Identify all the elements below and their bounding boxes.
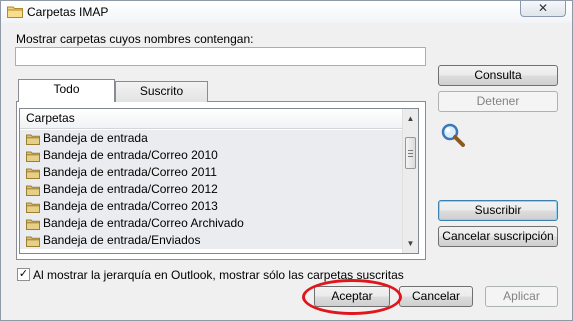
tab-suscrito[interactable]: Suscrito [115, 81, 208, 102]
folder-list-item[interactable]: Bandeja de entrada/Correo 2012 [20, 181, 404, 198]
folder-icon [7, 6, 23, 18]
cancelar-suscripcion-button[interactable]: Cancelar suscripción [438, 226, 558, 247]
folder-list-item[interactable]: Bandeja de entrada/Correo 2013 [20, 198, 404, 215]
folder-list-scrollbar[interactable]: ▲ ▼ [402, 109, 418, 253]
folder-name: Bandeja de entrada/Correo Archivado [43, 216, 244, 230]
folder-name: Bandeja de entrada/Correo 2010 [43, 148, 218, 162]
folder-list-item[interactable]: Bandeja de entrada/Correo 2011 [20, 164, 404, 181]
folder-list-header[interactable]: Carpetas [20, 109, 404, 129]
folder-name: Bandeja de entrada/Correo 2011 [43, 165, 217, 179]
filter-label: Mostrar carpetas cuyos nombres contengan… [16, 32, 254, 46]
scroll-thumb[interactable] [405, 137, 416, 169]
title-bar: Carpetas IMAP ✕ [1, 1, 572, 23]
folder-name: Bandeja de entrada/Correo 2013 [43, 199, 218, 213]
folder-icon [26, 167, 40, 179]
folder-name: Bandeja de entrada/Correo 2012 [43, 182, 218, 196]
folder-list[interactable]: Carpetas Bandeja de entrada Bandeja de en… [19, 108, 419, 254]
subscribed-only-label[interactable]: Al mostrar la jerarquía en Outlook, most… [33, 268, 404, 282]
aplicar-button[interactable]: Aplicar [485, 286, 558, 307]
cancelar-button[interactable]: Cancelar [399, 286, 473, 307]
close-button[interactable]: ✕ [520, 1, 566, 17]
window-title: Carpetas IMAP [27, 5, 109, 19]
folder-icon [26, 150, 40, 162]
folder-name: Bandeja de entrada/Enviados [43, 233, 201, 247]
folder-icon [26, 201, 40, 213]
folder-icon [26, 218, 40, 230]
folder-list-item[interactable]: Bandeja de entrada/Enviados [20, 232, 404, 249]
close-icon: ✕ [537, 1, 549, 15]
tab-todo[interactable]: Todo [18, 79, 115, 102]
folder-icon [26, 235, 40, 247]
folder-filter-input[interactable] [15, 47, 426, 66]
scroll-up-arrow-icon[interactable]: ▲ [403, 111, 418, 126]
folder-icon [26, 184, 40, 196]
folder-list-items: Bandeja de entrada Bandeja de entrada/Cor… [20, 130, 404, 249]
magnifier-icon [441, 123, 465, 147]
folder-list-item[interactable]: Bandeja de entrada/Correo 2010 [20, 147, 404, 164]
suscribir-button[interactable]: Suscribir [438, 200, 558, 221]
folder-list-item[interactable]: Bandeja de entrada [20, 130, 404, 147]
scroll-down-arrow-icon[interactable]: ▼ [403, 236, 418, 251]
detener-button[interactable]: Detener [438, 91, 558, 112]
consulta-button[interactable]: Consulta [438, 65, 558, 86]
folder-list-item[interactable]: Bandeja de entrada/Correo Archivado [20, 215, 404, 232]
folder-icon [26, 133, 40, 145]
subscribed-only-checkbox[interactable]: ✓ [17, 268, 30, 281]
imap-folders-dialog: Carpetas IMAP ✕ Mostrar carpetas cuyos n… [0, 0, 573, 321]
checkmark-icon: ✓ [18, 268, 29, 280]
folder-name: Bandeja de entrada [43, 131, 148, 145]
aceptar-button[interactable]: Aceptar [314, 286, 390, 307]
